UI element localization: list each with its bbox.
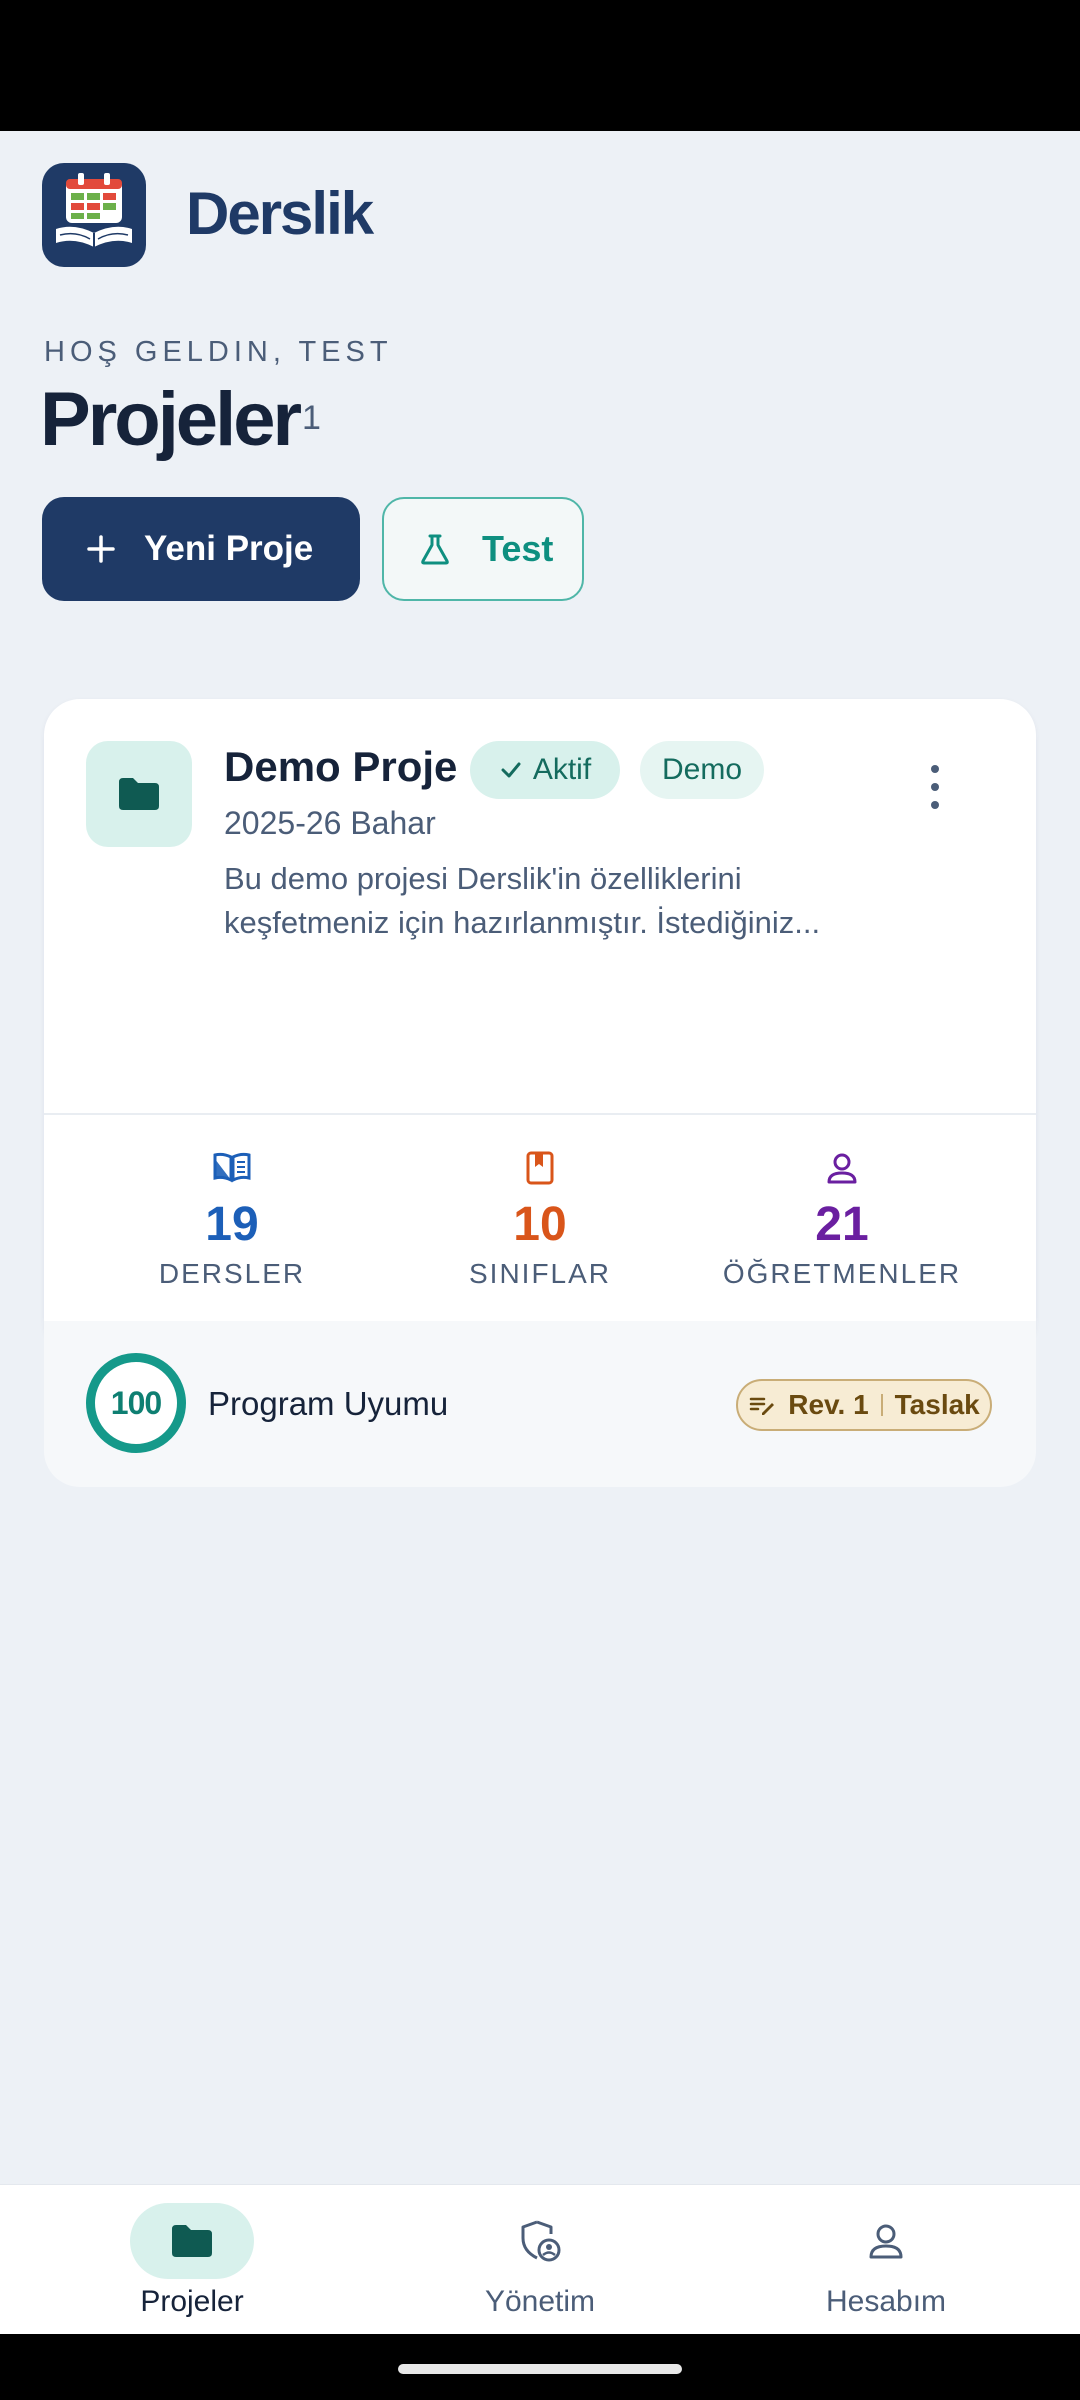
stat-lessons: 19 DERSLER <box>82 1151 382 1290</box>
project-title: Demo Proje <box>224 743 458 790</box>
new-project-button[interactable]: Yeni Proje <box>42 497 360 601</box>
project-count: 1 <box>302 399 321 437</box>
nav-label-account: Hesabım <box>825 2285 947 2318</box>
plus-icon <box>87 535 115 563</box>
project-description: Bu demo projesi Derslik'in özelliklerini… <box>224 857 924 945</box>
person-icon <box>827 1153 857 1184</box>
description-line-1: Bu demo projesi Derslik'in özelliklerini <box>224 861 742 896</box>
folder-icon <box>119 778 159 810</box>
status-bar <box>0 0 1080 131</box>
nav-label-management: Yönetim <box>484 2285 596 2318</box>
more-options-icon[interactable] <box>920 759 950 815</box>
revision-badge[interactable]: Rev. 1 Taslak <box>736 1379 992 1431</box>
folder-icon <box>172 2225 212 2257</box>
stat-classes: 10 SINIFLAR <box>390 1151 690 1290</box>
bottom-navigation: Projeler Yönetim Hesabım <box>0 2184 1080 2334</box>
teachers-count: 21 <box>815 1198 869 1251</box>
status-badge-label: Aktif <box>532 753 592 786</box>
teachers-label: ÖĞRETMENLER <box>722 1258 962 1289</box>
description-line-2: keşfetmeniz için hazırlanmıştır. İstediğ… <box>224 905 821 940</box>
check-icon <box>501 762 521 778</box>
flask-icon <box>421 534 449 565</box>
nav-item-management[interactable]: Yönetim <box>390 2203 690 2319</box>
classes-count: 10 <box>513 1198 567 1251</box>
gesture-bar[interactable] <box>398 2364 682 2374</box>
nav-label-projects: Projeler <box>140 2285 244 2318</box>
page-title: Projeler <box>40 377 302 462</box>
project-term: 2025-26 Bahar <box>224 805 436 841</box>
lessons-count: 19 <box>205 1198 259 1251</box>
app-logo <box>42 163 146 267</box>
person-icon <box>869 2224 903 2259</box>
open-book-icon <box>213 1152 251 1183</box>
project-card[interactable]: Demo Proje Aktif Demo 2025-26 Bahar Bu d… <box>44 699 1036 1355</box>
nav-item-projects[interactable]: Projeler <box>42 2203 342 2319</box>
shield-user-icon <box>521 2220 561 2262</box>
test-label: Test <box>482 528 554 569</box>
status-badge-active: Aktif <box>470 741 620 799</box>
project-folder-tile <box>86 741 192 847</box>
stat-teachers: 21 ÖĞRETMENLER <box>692 1151 992 1290</box>
nav-item-account[interactable]: Hesabım <box>736 2203 1036 2319</box>
demo-badge: Demo <box>640 741 764 799</box>
revision-status: Taslak <box>894 1389 980 1420</box>
edit-list-icon <box>749 1397 775 1415</box>
score-label: Program Uyumu <box>208 1385 449 1422</box>
app-name: Derslik <box>186 180 374 247</box>
new-project-label: Yeni Proje <box>144 529 314 568</box>
classes-label: SINIFLAR <box>468 1258 612 1289</box>
card-footer: 100 Program Uyumu Rev. 1 Taslak <box>44 1321 1036 1487</box>
greeting-text: HOŞ GELDIN, TEST <box>44 336 393 368</box>
bookmark-book-icon <box>526 1151 554 1185</box>
revision-number: Rev. 1 <box>788 1389 869 1420</box>
app-screen: Derslik HOŞ GELDIN, TEST Projeler 1 Yeni… <box>0 131 1080 2334</box>
card-divider <box>44 1113 1036 1115</box>
revision-separator <box>880 1394 883 1416</box>
score-ring: 100 <box>86 1353 186 1453</box>
lessons-label: DERSLER <box>158 1258 306 1289</box>
test-button[interactable]: Test <box>382 497 584 601</box>
